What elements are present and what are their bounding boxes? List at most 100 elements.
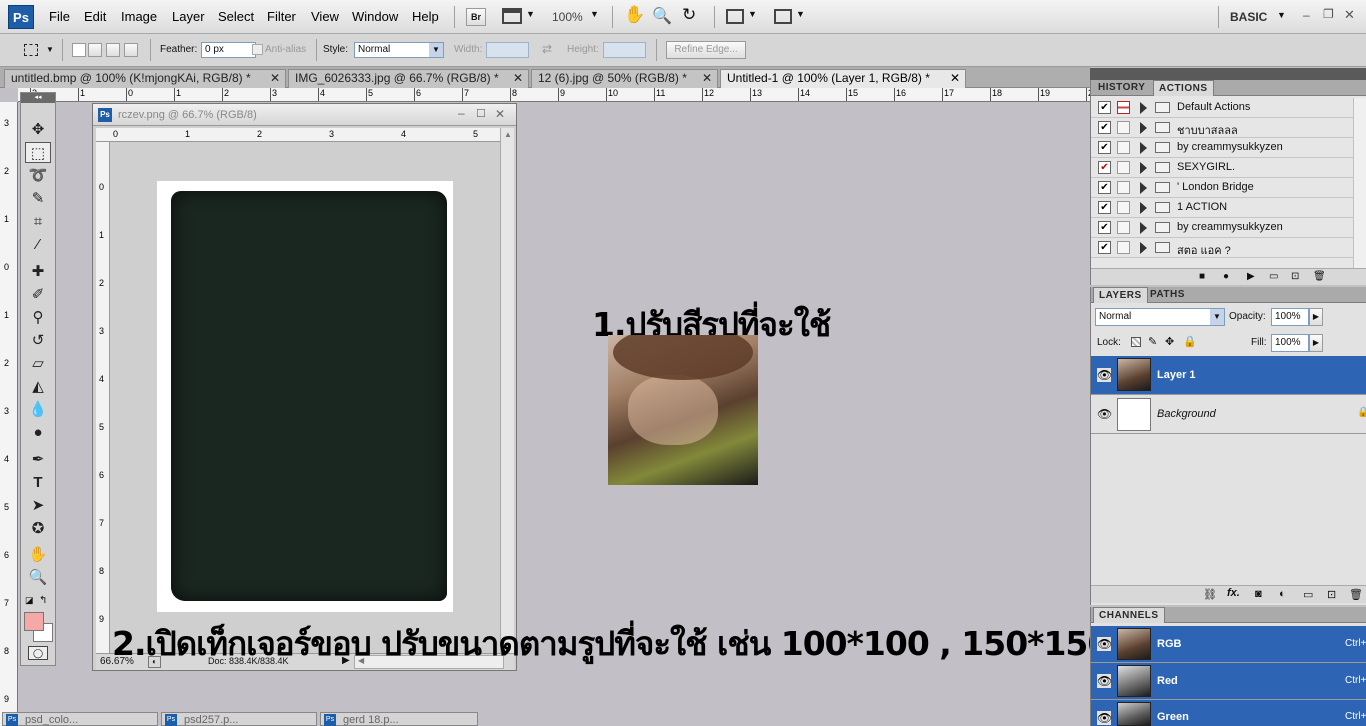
zoom-icon[interactable]: 🔍 (652, 6, 672, 26)
menu-filter[interactable]: Filter (267, 9, 296, 24)
eye-icon[interactable]: 👁 (1097, 407, 1112, 421)
action-set-row[interactable]: ✔ ' London Bridge (1091, 178, 1353, 198)
opacity-input[interactable]: 100% (1271, 308, 1309, 326)
foreground-color-swatch[interactable] (24, 612, 44, 631)
healing-brush-tool-icon[interactable]: ✚ (25, 261, 51, 282)
expand-arrow-icon[interactable] (1140, 102, 1147, 114)
layer-row-background[interactable]: 👁 Background 🔒 (1091, 395, 1366, 434)
chevron-down-icon[interactable]: ▼ (748, 9, 757, 19)
shape-tool-icon[interactable]: ✪ (25, 518, 51, 539)
new-group-icon[interactable]: ▭ (1303, 588, 1313, 601)
tab-channels[interactable]: CHANNELS (1093, 607, 1165, 623)
vertical-scrollbar[interactable]: ▲ (500, 128, 514, 653)
play-icon[interactable]: ▶ (1247, 271, 1255, 282)
link-layers-icon[interactable]: ⛓ (1203, 588, 1217, 601)
close-icon[interactable]: ✕ (513, 70, 523, 87)
swap-colors-icon[interactable]: ↰ (39, 595, 47, 606)
rotate-view-icon[interactable]: ↻ (682, 5, 696, 25)
dialog-toggle[interactable] (1117, 121, 1130, 134)
crop-tool-icon[interactable]: ⌗ (25, 211, 51, 232)
document-titlebar[interactable]: Ps rczev.png @ 66.7% (RGB/8) – ☐ ✕ (93, 104, 516, 126)
swap-icon[interactable]: ⇄ (542, 42, 552, 56)
eye-icon[interactable]: 👁 (1097, 368, 1112, 382)
action-set-row[interactable]: ✔ SEXYGIRL. (1091, 158, 1353, 178)
tab-untitled-bmp[interactable]: untitled.bmp @ 100% (K!mjongKAi, RGB/8) … (4, 69, 286, 88)
menu-image[interactable]: Image (121, 9, 157, 24)
blend-mode-select[interactable]: Normal ▼ (1095, 308, 1225, 326)
lock-position-icon[interactable]: ✥ (1165, 335, 1174, 348)
quick-select-tool-icon[interactable]: ✎ (25, 188, 51, 209)
close-icon[interactable]: ✕ (950, 70, 960, 87)
channel-row-rgb[interactable]: 👁 RGB Ctrl+~ (1091, 626, 1366, 663)
height-input[interactable] (603, 42, 646, 58)
eye-icon[interactable]: 👁 (1097, 637, 1112, 651)
feather-input[interactable]: 0 px (201, 42, 256, 58)
quick-mask-icon[interactable]: ◯ (28, 646, 48, 660)
dialog-toggle[interactable] (1117, 201, 1130, 214)
toggle-checkbox[interactable]: ✔ (1098, 141, 1111, 154)
minimize-icon[interactable]: – (458, 106, 465, 120)
chevron-down-icon[interactable]: ▼ (590, 9, 599, 19)
subtract-selection-icon[interactable] (106, 43, 120, 57)
history-brush-tool-icon[interactable]: ↺ (25, 330, 51, 351)
close-icon[interactable]: ✕ (495, 107, 505, 121)
layer-style-icon[interactable]: fx. (1227, 587, 1240, 599)
minimized-doc-1[interactable]: Ps psd_colo... (2, 712, 158, 726)
default-colors-icon[interactable]: ◪ (25, 595, 34, 606)
layer-name[interactable]: Background (1157, 408, 1216, 420)
tab-untitled-1[interactable]: Untitled-1 @ 100% (Layer 1, RGB/8) * ✕ (720, 69, 966, 88)
toggle-checkbox[interactable]: ✔ (1098, 201, 1111, 214)
menu-select[interactable]: Select (218, 9, 254, 24)
dialog-toggle[interactable] (1117, 221, 1130, 234)
tab-12-6-jpg[interactable]: 12 (6).jpg @ 50% (RGB/8) * ✕ (531, 69, 718, 88)
zoom-level[interactable]: 100% (552, 10, 583, 24)
new-set-icon[interactable]: ▭ (1269, 271, 1278, 282)
toggle-checkbox[interactable]: ✔ (1098, 241, 1111, 254)
clone-stamp-tool-icon[interactable]: ⚲ (25, 307, 51, 328)
restore-icon[interactable]: ❐ (1323, 7, 1334, 21)
collapse-icon[interactable]: ◂◂ (21, 93, 55, 103)
actions-scrollbar[interactable] (1353, 98, 1366, 268)
action-set-row[interactable]: ✔ by creammysukkyzen (1091, 138, 1353, 158)
expand-arrow-icon[interactable] (1140, 142, 1147, 154)
expand-arrow-icon[interactable] (1140, 162, 1147, 174)
fill-slider-button[interactable]: ▶ (1309, 334, 1323, 352)
type-tool-icon[interactable]: T (25, 472, 51, 493)
dodge-tool-icon[interactable]: ● (25, 422, 51, 443)
screen-mode-icon[interactable] (774, 9, 792, 24)
paint-bucket-tool-icon[interactable]: ◭ (25, 376, 51, 397)
dialog-toggle[interactable] (1117, 141, 1130, 154)
menu-view[interactable]: View (311, 9, 339, 24)
menu-help[interactable]: Help (412, 9, 439, 24)
menu-window[interactable]: Window (352, 9, 398, 24)
eraser-tool-icon[interactable]: ▱ (25, 353, 51, 374)
opacity-slider-button[interactable]: ▶ (1309, 308, 1323, 326)
record-icon[interactable]: ● (1223, 271, 1229, 282)
tab-layers[interactable]: LAYERS (1093, 287, 1148, 303)
lock-image-icon[interactable]: ✎ (1148, 335, 1157, 348)
close-icon[interactable]: ✕ (270, 70, 280, 87)
bridge-button[interactable]: Br (466, 8, 486, 26)
expand-arrow-icon[interactable] (1140, 222, 1147, 234)
marquee-tool-icon[interactable] (24, 44, 38, 56)
intersect-selection-icon[interactable] (124, 43, 138, 57)
chevron-down-icon[interactable]: ▼ (1210, 309, 1224, 325)
action-set-row[interactable]: ✔ 1 ACTION (1091, 198, 1353, 218)
toggle-checkbox[interactable]: ✔ (1098, 181, 1111, 194)
action-set-row[interactable]: ✔ Default Actions (1091, 98, 1353, 118)
add-selection-icon[interactable] (88, 43, 102, 57)
layer-mask-icon[interactable]: ◙ (1255, 588, 1262, 600)
dialog-toggle[interactable] (1117, 161, 1130, 174)
arrange-documents-icon[interactable] (726, 9, 744, 24)
toggle-checkbox[interactable]: ✔ (1098, 221, 1111, 234)
eyedropper-tool-icon[interactable]: ⁄ (25, 234, 51, 255)
lasso-tool-icon[interactable]: ➰ (25, 165, 51, 186)
toggle-checkbox[interactable]: ✔ (1098, 101, 1111, 114)
marquee-tool-icon[interactable]: ⬚ (25, 142, 51, 163)
chevron-down-icon[interactable]: ▼ (796, 9, 805, 19)
hand-tool-icon[interactable]: ✋ (25, 544, 51, 565)
minimize-icon[interactable]: – (1303, 8, 1310, 22)
tab-actions[interactable]: ACTIONS (1153, 80, 1214, 96)
width-input[interactable] (486, 42, 529, 58)
chevron-down-icon[interactable]: ▼ (429, 43, 443, 57)
